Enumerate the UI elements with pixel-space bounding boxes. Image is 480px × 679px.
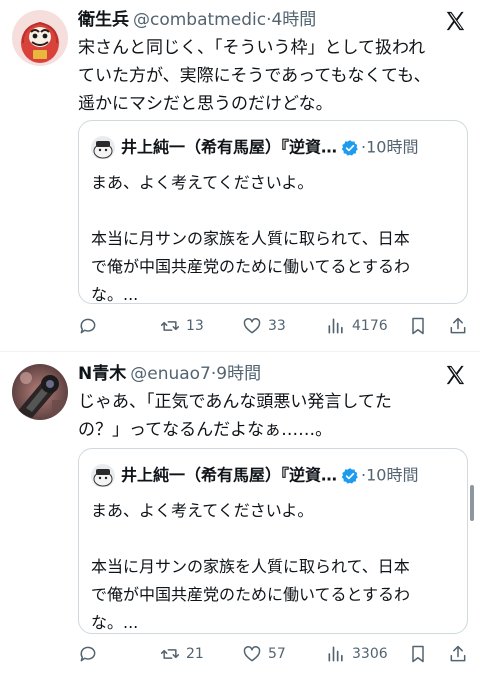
views-icon xyxy=(328,646,343,662)
reply-icon xyxy=(80,646,96,662)
repost-button[interactable]: 13 xyxy=(160,314,204,338)
like-button[interactable]: 57 xyxy=(242,642,286,666)
repost-count: 21 xyxy=(186,646,204,662)
share-icon xyxy=(450,645,466,662)
quote-text: まあ、よく考えてくださいよ。 本当に月サンの家族を人質に取られて、日本 で俺が中… xyxy=(91,497,455,637)
quote-text-line: まあ、よく考えてくださいよ。 xyxy=(91,173,314,192)
post[interactable]: 衛生兵 @combatmedic·4時間 宋さんと同じく、「そういう枠」として扱わ… xyxy=(0,0,480,352)
heart-icon xyxy=(243,646,261,662)
post-text-line: ていた方が、実際にそうであってもなくても、 xyxy=(78,66,431,86)
quote-avatar xyxy=(91,463,115,487)
post-text-line: 遥かにマシだと思うのだけどな。 xyxy=(78,94,333,114)
like-count: 33 xyxy=(268,318,286,334)
share-button[interactable] xyxy=(448,642,468,666)
post-time[interactable]: 9時間 xyxy=(216,364,261,384)
quote-author-name: 井上純一（希有馬屋）『逆資… xyxy=(121,465,338,485)
bookmark-icon xyxy=(412,645,424,663)
like-count: 57 xyxy=(268,646,286,662)
author-handle[interactable]: @combatmedic xyxy=(133,10,266,30)
quote-text-line: な。... xyxy=(91,285,139,304)
view-count: 3306 xyxy=(352,646,388,662)
views-button[interactable]: 3306 xyxy=(326,642,388,666)
share-button[interactable] xyxy=(448,314,468,338)
quote-text: まあ、よく考えてくださいよ。 本当に月サンの家族を人質に取られて、日本 で俺が中… xyxy=(91,169,455,309)
avatar[interactable] xyxy=(12,364,68,420)
repost-button[interactable]: 21 xyxy=(160,642,204,666)
view-count: 4176 xyxy=(352,318,388,334)
like-button[interactable]: 33 xyxy=(242,314,286,338)
repost-count: 13 xyxy=(186,318,204,334)
author-name[interactable]: N青木 xyxy=(78,364,126,384)
quote-author-name: 井上純一（希有馬屋）『逆資… xyxy=(121,137,338,157)
reply-button[interactable] xyxy=(78,642,104,666)
post-text: じゃあ、「正気であんな頭悪い発言してた の？」ってなるんだよなぁ……。 xyxy=(78,388,462,444)
verified-badge-icon xyxy=(341,467,359,485)
quote-time: 10時間 xyxy=(366,465,419,485)
share-icon xyxy=(450,317,466,334)
heart-icon xyxy=(243,318,261,334)
quote-text-line: まあ、よく考えてくださいよ。 xyxy=(91,501,314,520)
bookmark-icon xyxy=(412,317,424,335)
avatar[interactable] xyxy=(12,10,68,66)
views-icon xyxy=(328,318,343,334)
post-text-line: じゃあ、「正気であんな頭悪い発言してた xyxy=(78,392,392,412)
quote-text-line: で俺が中国共産党のために働いてるとするわ xyxy=(91,257,411,276)
repost-icon xyxy=(160,321,180,331)
post-text-line: の？」ってなるんだよなぁ……。 xyxy=(78,420,333,440)
quote-time: 10時間 xyxy=(366,137,419,157)
reply-button[interactable] xyxy=(78,314,104,338)
quote-text-line: 本当に月サンの家族を人質に取られて、日本 xyxy=(91,229,410,248)
quoted-post[interactable]: 井上純一（希有馬屋）『逆資… ·10時間 まあ、よく考えてくださいよ。 本当に月サ… xyxy=(78,120,468,304)
post-text: 宋さんと同じく、「そういう枠」として扱われ ていた方が、実際にそうであってもなく… xyxy=(78,34,462,118)
verified-badge-icon xyxy=(341,139,359,157)
x-logo-icon xyxy=(444,10,466,32)
views-button[interactable]: 4176 xyxy=(326,314,388,338)
post-time[interactable]: 4時間 xyxy=(271,10,316,30)
action-bar: 13 33 4176 xyxy=(78,314,470,338)
quote-text-line: な。... xyxy=(91,613,139,632)
post-text-line: 宋さんと同じく、「そういう枠」として扱われ xyxy=(78,38,426,58)
bookmark-button[interactable] xyxy=(408,314,428,338)
quoted-post[interactable]: 井上純一（希有馬屋）『逆資… ·10時間 まあ、よく考えてくださいよ。 本当に月サ… xyxy=(78,448,468,634)
quote-text-line: で俺が中国共産党のために働いてるとするわ xyxy=(91,585,411,604)
scrollbar[interactable] xyxy=(470,485,474,521)
x-logo-icon xyxy=(444,364,466,386)
author-handle[interactable]: @enuao7 xyxy=(130,364,211,384)
post[interactable]: N青木 @enuao7·9時間 じゃあ、「正気であんな頭悪い発言してた の？」って… xyxy=(0,352,480,679)
repost-icon xyxy=(160,649,180,659)
quote-avatar xyxy=(91,135,115,159)
action-bar: 21 57 3306 xyxy=(78,642,470,666)
author-name[interactable]: 衛生兵 xyxy=(78,10,129,30)
bookmark-button[interactable] xyxy=(408,642,428,666)
quote-text-line: 本当に月サンの家族を人質に取られて、日本 xyxy=(91,557,410,576)
reply-icon xyxy=(80,318,96,334)
